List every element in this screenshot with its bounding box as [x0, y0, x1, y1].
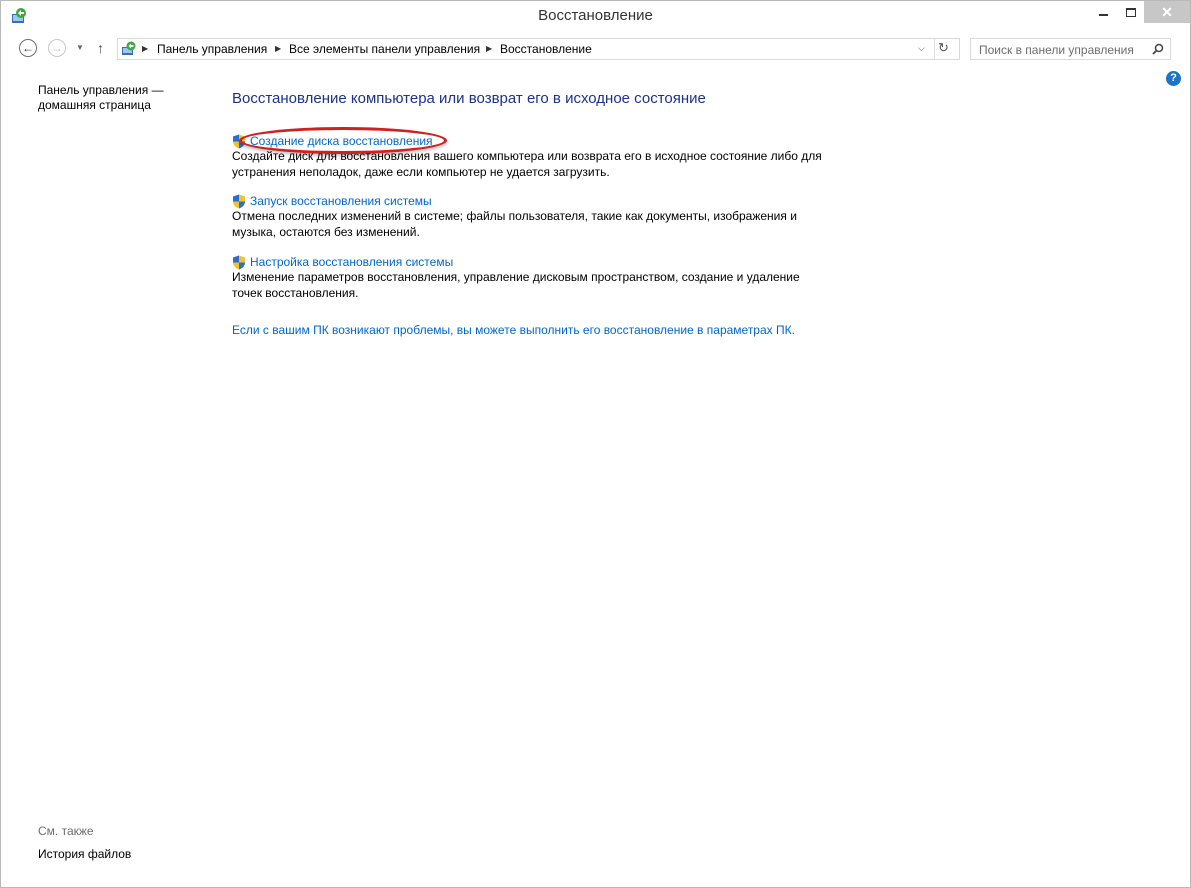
navigation-bar: ← → ▼ ↑ ▶ Панель управления ▶ Все элемен… [1, 35, 1190, 65]
forward-arrow-icon: → [51, 41, 63, 55]
see-also-label: См. также [38, 824, 94, 838]
maximize-icon [1125, 7, 1136, 17]
recovery-location-icon [122, 41, 136, 55]
file-history-link[interactable]: История файлов [38, 847, 131, 861]
task-configure-system-restore: Настройка восстановления системы Изменен… [232, 254, 832, 301]
pc-settings-recovery-link[interactable]: Если с вашим ПК возникают проблемы, вы м… [232, 323, 795, 337]
up-arrow-icon: ↑ [97, 40, 104, 56]
back-arrow-icon: ← [22, 41, 34, 55]
forward-button[interactable]: → [48, 39, 66, 57]
search-box[interactable]: Поиск в панели управления [970, 38, 1171, 60]
up-button[interactable]: ↑ [97, 40, 104, 56]
address-divider [934, 39, 935, 59]
address-dropdown-icon[interactable]: ⌵ [918, 43, 925, 54]
help-icon[interactable]: ? [1166, 71, 1181, 86]
minimize-icon [1099, 14, 1108, 16]
page-heading: Восстановление компьютера или возврат ег… [232, 90, 706, 107]
uac-shield-icon [233, 255, 245, 269]
address-bar[interactable]: ▶ Панель управления ▶ Все элементы панел… [117, 38, 960, 60]
search-input[interactable]: Поиск в панели управления [979, 43, 1134, 57]
uac-shield-icon [233, 194, 245, 208]
breadcrumb-recovery[interactable]: Восстановление [500, 42, 592, 56]
breadcrumb-separator-icon[interactable]: ▶ [142, 44, 148, 53]
task-description: Изменение параметров восстановления, упр… [232, 270, 800, 300]
refresh-icon[interactable]: ↻ [938, 40, 949, 56]
breadcrumb-separator-icon[interactable]: ▶ [275, 44, 281, 53]
task-description: Отмена последних изменений в системе; фа… [232, 209, 797, 239]
task-start-system-restore: Запуск восстановления системы Отмена пос… [232, 193, 832, 240]
breadcrumb-control-panel[interactable]: Панель управления [157, 42, 267, 56]
minimize-button[interactable] [1090, 1, 1117, 23]
title-bar: Восстановление ✕ [1, 1, 1190, 32]
close-button[interactable]: ✕ [1144, 1, 1190, 23]
window-title: Восстановление [538, 7, 653, 24]
highlight-ellipse-annotation [239, 127, 447, 154]
recent-locations-dropdown[interactable]: ▼ [76, 43, 84, 52]
back-button[interactable]: ← [19, 39, 37, 57]
control-panel-home-link[interactable]: Панель управления — домашняя страница [38, 83, 188, 113]
search-icon[interactable] [1152, 43, 1164, 55]
start-system-restore-link[interactable]: Запуск восстановления системы [250, 194, 432, 208]
close-icon: ✕ [1161, 3, 1173, 20]
breadcrumb-separator-icon[interactable]: ▶ [486, 44, 492, 53]
control-panel-window: Восстановление ✕ ← → ▼ ↑ ▶ Панель управл… [0, 0, 1191, 888]
maximize-button[interactable] [1117, 1, 1144, 23]
configure-system-restore-link[interactable]: Настройка восстановления системы [250, 255, 453, 269]
breadcrumb-all-items[interactable]: Все элементы панели управления [289, 42, 480, 56]
